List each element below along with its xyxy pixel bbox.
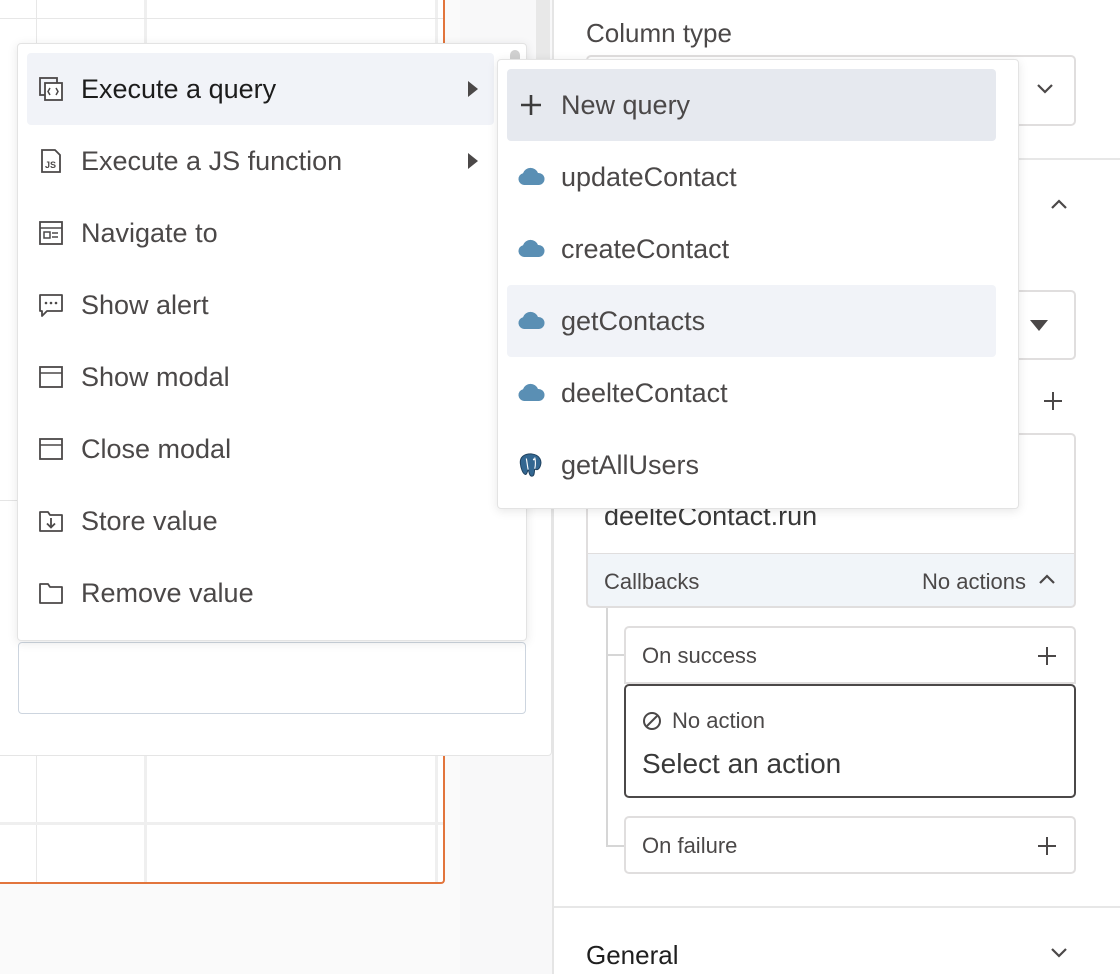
table-row-divider xyxy=(0,18,443,19)
chevron-down-icon xyxy=(1037,84,1053,94)
store-icon xyxy=(37,507,65,535)
prohibited-icon xyxy=(643,712,661,730)
menu-item-close-modal[interactable]: Close modal xyxy=(27,413,494,485)
on-success-header[interactable]: On success xyxy=(624,626,1076,684)
submenu-item-query[interactable]: deelteContact xyxy=(507,357,996,429)
modal-icon xyxy=(37,435,65,463)
tree-line xyxy=(606,608,608,846)
svg-text:JS: JS xyxy=(45,160,56,170)
menu-item-label: Store value xyxy=(81,505,218,536)
menu-item-execute-js[interactable]: JS Execute a JS function xyxy=(27,125,494,197)
menu-item-show-modal[interactable]: Show modal xyxy=(27,341,494,413)
cloud-icon xyxy=(517,307,545,335)
callbacks-bar[interactable]: Callbacks No actions xyxy=(586,553,1076,608)
submenu-item-label: getAllUsers xyxy=(561,449,700,480)
menu-item-label: Remove value xyxy=(81,577,254,608)
cloud-icon xyxy=(517,235,545,263)
navigate-icon xyxy=(37,219,65,247)
js-icon: JS xyxy=(37,147,65,175)
no-action-label: No action xyxy=(672,708,765,733)
add-failure-plus-icon[interactable] xyxy=(1036,835,1058,857)
postgres-icon xyxy=(517,451,545,479)
submenu-item-label: getContacts xyxy=(561,305,706,336)
alert-icon xyxy=(37,291,65,319)
cloud-icon xyxy=(517,163,545,191)
submenu-item-query[interactable]: getContacts xyxy=(507,285,996,357)
menu-item-label: Show modal xyxy=(81,361,230,392)
menu-item-show-alert[interactable]: Show alert xyxy=(27,269,494,341)
callbacks-status: No actions xyxy=(922,569,1026,594)
submenu-arrow-icon xyxy=(468,153,478,169)
submenu-item-query[interactable]: createContact xyxy=(507,213,996,285)
modal-icon xyxy=(37,363,65,391)
tree-line xyxy=(606,654,624,656)
select-action-placeholder: Select an action xyxy=(642,748,842,779)
submenu-item-query[interactable]: getAllUsers xyxy=(507,429,996,501)
menu-item-execute-query[interactable]: Execute a query xyxy=(27,53,494,125)
general-section-title[interactable]: General xyxy=(586,940,679,971)
chevron-down-icon[interactable] xyxy=(1050,947,1068,959)
table-row-divider xyxy=(0,822,443,825)
column-type-label: Column type xyxy=(586,18,732,48)
no-action-row: No action xyxy=(642,708,765,734)
submenu-item-new-query[interactable]: New query xyxy=(507,69,996,141)
submenu-item-label: deelteContact xyxy=(561,377,728,408)
success-action-selector[interactable]: No action Select an action xyxy=(624,684,1076,798)
submenu-item-label: createContact xyxy=(561,233,730,264)
menu-item-label: Navigate to xyxy=(81,217,218,248)
menu-item-label: Execute a query xyxy=(81,73,277,104)
query-icon xyxy=(37,75,65,103)
tree-line xyxy=(606,845,624,847)
submenu-arrow-icon xyxy=(468,81,478,97)
callbacks-label: Callbacks xyxy=(604,569,700,594)
chevron-up-icon xyxy=(1039,574,1055,584)
caret-down-icon xyxy=(1030,320,1048,331)
add-action-plus-icon[interactable] xyxy=(1042,390,1064,412)
submenu-item-query[interactable]: updateContact xyxy=(507,141,996,213)
submenu-item-label: updateContact xyxy=(561,161,737,192)
section-divider xyxy=(554,906,1120,908)
menu-item-remove-value[interactable]: Remove value xyxy=(27,557,494,629)
on-success-label: On success xyxy=(642,643,757,668)
submenu-item-label: New query xyxy=(561,89,691,120)
add-success-plus-icon[interactable] xyxy=(1036,645,1058,667)
folder-icon xyxy=(37,579,65,607)
on-failure-header[interactable]: On failure xyxy=(624,816,1076,874)
on-failure-label: On failure xyxy=(642,833,738,858)
action-menu: Execute a query JS Execute a JS function… xyxy=(17,43,527,641)
plus-icon xyxy=(517,91,545,119)
menu-item-label: Show alert xyxy=(81,289,209,320)
cloud-icon xyxy=(517,379,545,407)
query-submenu: New query updateContact createContact ge… xyxy=(497,59,1019,509)
menu-item-label: Execute a JS function xyxy=(81,145,343,176)
menu-item-label: Close modal xyxy=(81,433,232,464)
menu-item-store-value[interactable]: Store value xyxy=(27,485,494,557)
menu-item-navigate[interactable]: Navigate to xyxy=(27,197,494,269)
edit-column-input[interactable] xyxy=(18,642,526,714)
chevron-up-icon[interactable] xyxy=(1050,198,1068,210)
